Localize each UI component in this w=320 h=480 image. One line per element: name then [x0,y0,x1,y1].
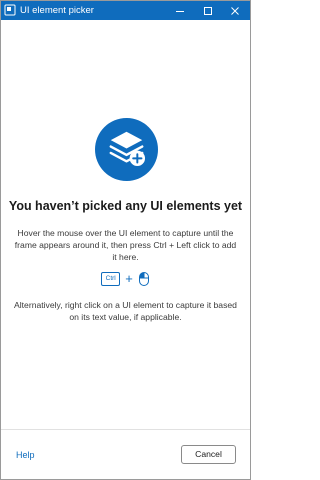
maximize-icon [204,6,212,15]
ui-element-picker-window: UI element picker You haven’t picked any… [0,0,251,480]
minimize-button[interactable] [166,1,194,20]
close-icon [231,6,239,15]
minimize-icon [176,10,184,12]
ui-picker-icon [4,4,16,16]
close-button[interactable] [221,1,249,20]
alternative-capture-text: Alternatively, right click on a UI eleme… [14,300,237,322]
cancel-button[interactable]: Cancel [181,445,236,464]
maximize-button[interactable] [194,1,222,20]
help-link[interactable]: Help [16,450,35,460]
layers-add-icon [95,118,158,181]
mouse-left-click-icon [138,272,149,286]
title-bar[interactable]: UI element picker [1,1,250,20]
empty-state-heading: You haven’t picked any UI elements yet [8,199,243,213]
footer-divider [1,429,250,430]
ctrl-key-icon: Ctrl [101,272,121,286]
plus-sign: + [125,271,133,286]
shortcut-hint: Ctrl + [1,270,250,288]
window-title: UI element picker [20,5,94,16]
capture-instructions: Hover the mouse over the UI element to c… [14,228,237,262]
